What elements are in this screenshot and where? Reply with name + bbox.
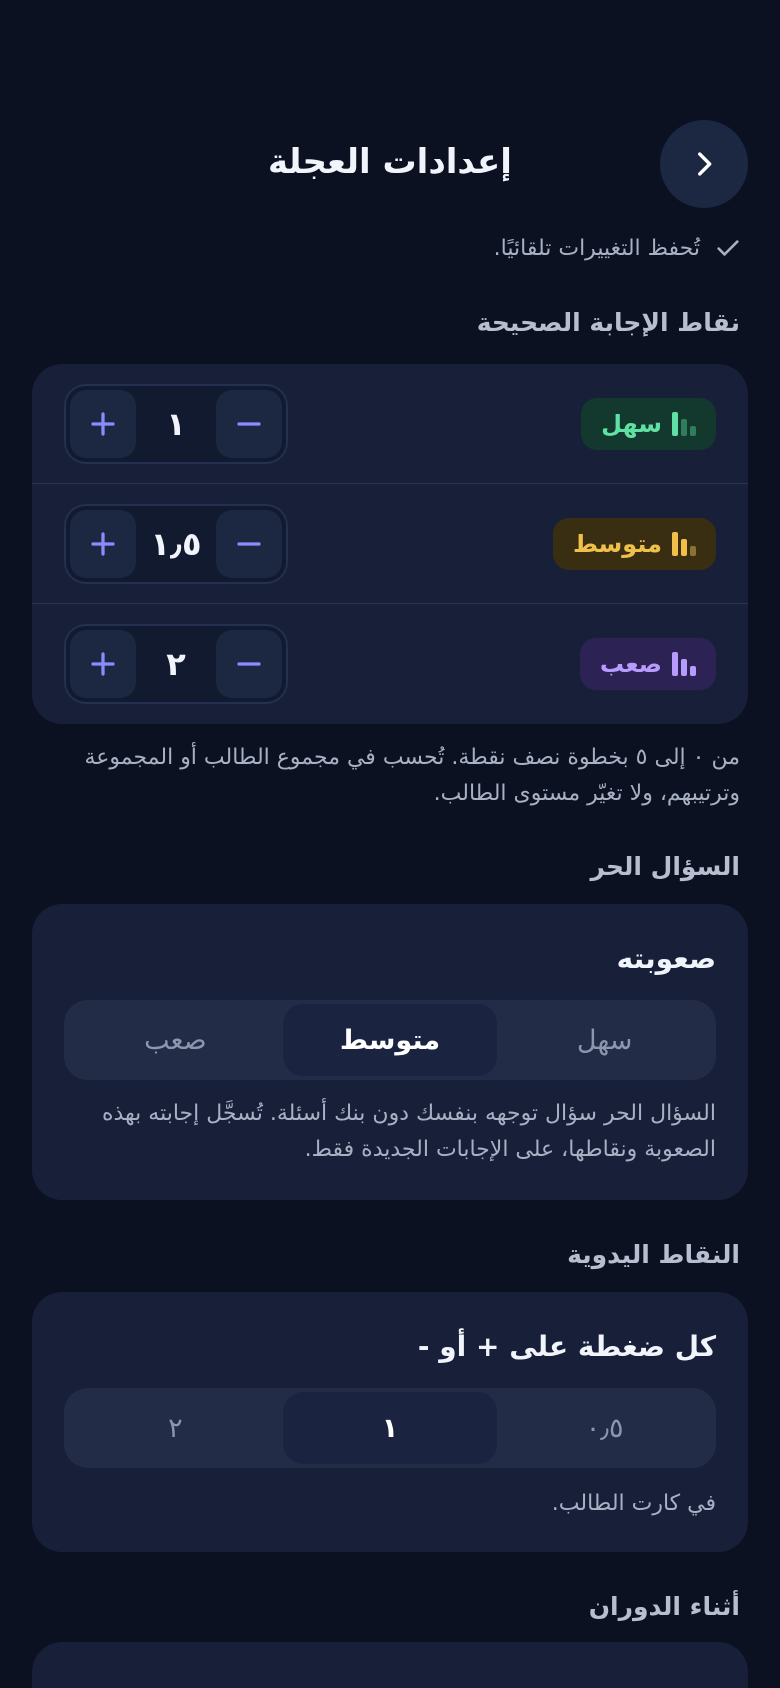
plus-icon (91, 652, 115, 676)
increment-button[interactable] (70, 630, 136, 698)
difficulty-badge-medium: متوسط (552, 517, 716, 570)
stepper-value: ١ (166, 404, 186, 443)
free-question-difficulty-selector: سهل متوسط صعب (64, 1000, 716, 1080)
difficulty-badge-hard: صعب (579, 638, 716, 690)
during-spin-card (32, 1642, 748, 1688)
manual-points-card-title: كل ضغطة على + أو - (417, 1330, 716, 1363)
difficulty-badge-easy: سهل (581, 397, 716, 450)
during-spin-section-label: أثناء الدوران (588, 1592, 740, 1621)
minus-icon (237, 421, 261, 426)
autosave-text: تُحفظ التغييرات تلقائيًا. (493, 235, 700, 261)
autosave-note: تُحفظ التغييرات تلقائيًا. (494, 230, 742, 266)
free-question-help-text: السؤال الحر سؤال توجهه بنفسك دون بنك أسئ… (101, 1101, 716, 1162)
free-question-section-label: السؤال الحر (590, 852, 740, 881)
page-title: إعدادات العجلة (268, 142, 512, 182)
free-question-card-title: صعوبته (616, 942, 716, 975)
header: إعدادات العجلة (0, 120, 780, 212)
plus-icon (91, 531, 115, 556)
segment-two[interactable]: ٢ (68, 1392, 283, 1464)
plus-icon (91, 411, 115, 436)
stepper-value: ٢ (166, 645, 186, 683)
segment-half[interactable]: ٠٫٥ (497, 1392, 712, 1464)
increment-button[interactable] (70, 389, 136, 458)
check-icon (717, 240, 739, 256)
segment-medium[interactable]: متوسط (282, 1004, 498, 1076)
points-help-text: من ٠ إلى ٥ بخطوة نصف نقطة. تُحسب في مجمو… (84, 745, 740, 806)
decrement-button[interactable] (216, 630, 282, 698)
points-section-label: نقاط الإجابة الصحيحة (476, 308, 740, 337)
signal-bars-icon (672, 411, 696, 436)
decrement-button[interactable] (216, 389, 282, 458)
manual-points-step-selector: ٠٫٥ ١ ٢ (64, 1388, 716, 1468)
points-row-easy: سهل ١ (32, 364, 748, 484)
difficulty-label: متوسط (572, 529, 662, 558)
points-stepper-hard: ٢ (64, 624, 288, 704)
manual-points-help-text: في كارت الطالب. (551, 1491, 716, 1516)
manual-points-section-label: النقاط اليدوية (567, 1240, 740, 1269)
segment-easy[interactable]: سهل (497, 1004, 712, 1076)
points-card: سهل ١ متوسط ١٫٥ صعب ٢ (32, 364, 748, 724)
signal-bars-icon (672, 531, 696, 556)
manual-points-card: كل ضغطة على + أو - ٠٫٥ ١ ٢ في كارت الطال… (32, 1292, 748, 1552)
decrement-button[interactable] (216, 509, 282, 578)
difficulty-label: سهل (601, 409, 662, 438)
minus-icon (237, 541, 261, 546)
points-stepper-medium: ١٫٥ (64, 503, 288, 584)
signal-bars-icon (672, 652, 696, 676)
stepper-value: ١٫٥ (150, 524, 202, 563)
points-stepper-easy: ١ (64, 383, 288, 464)
increment-button[interactable] (70, 509, 136, 578)
segment-one[interactable]: ١ (282, 1392, 498, 1464)
difficulty-label: صعب (599, 650, 662, 678)
points-row-hard: صعب ٢ (32, 604, 748, 724)
free-question-card: صعوبته سهل متوسط صعب السؤال الحر سؤال تو… (32, 904, 748, 1200)
points-row-medium: متوسط ١٫٥ (32, 484, 748, 604)
minus-icon (237, 662, 261, 666)
segment-hard[interactable]: صعب (68, 1004, 283, 1076)
